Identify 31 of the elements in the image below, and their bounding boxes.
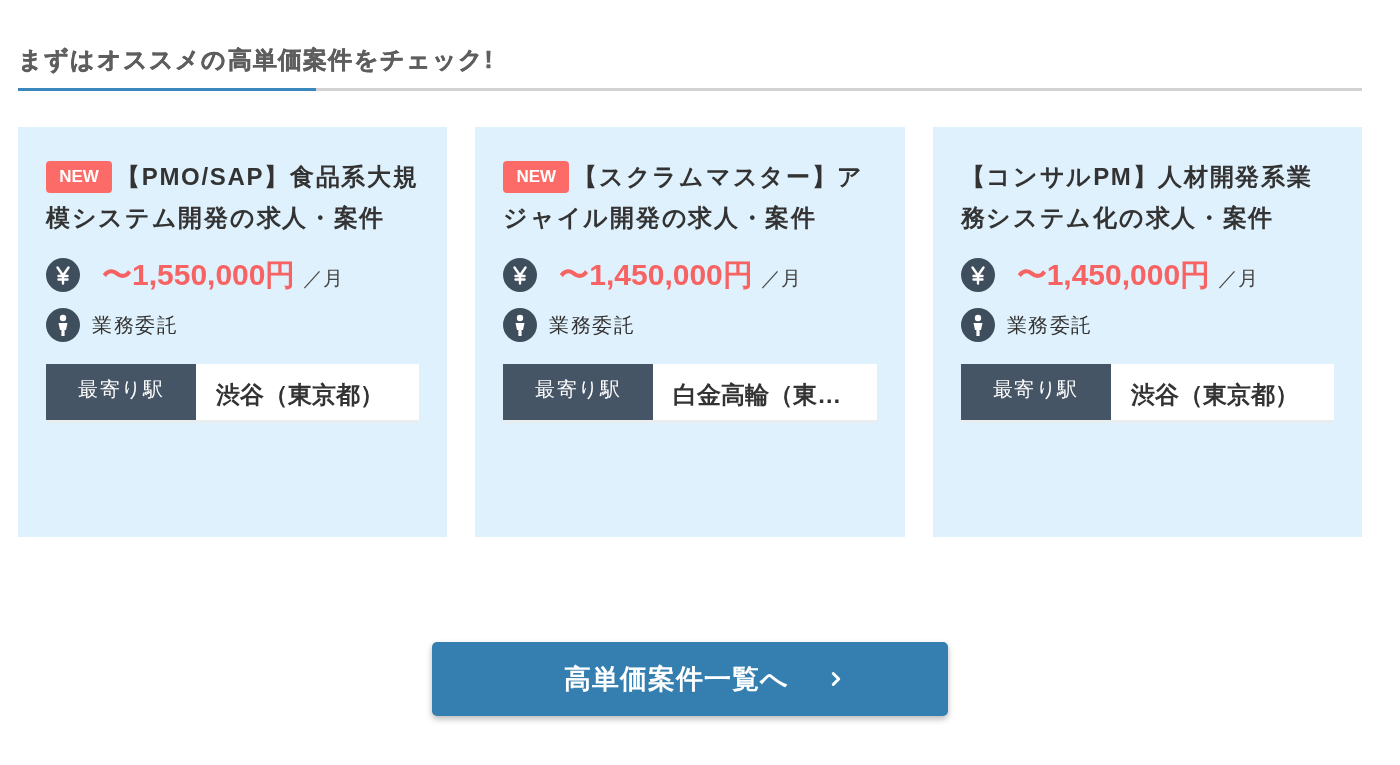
- station-name: 渋谷（東京都）: [1130, 380, 1299, 410]
- job-card[interactable]: NEW 【PMO/SAP】食品系大規模システム開発の求人・案件 〜1,550,000円 ／月 業務委託 最寄り駅 渋谷（東京都）: [18, 127, 448, 537]
- salary-unit: ／月: [303, 265, 344, 291]
- person-icon: [960, 308, 995, 342]
- section-heading: まずはオススメの高単価案件をチェック!: [18, 45, 494, 76]
- station-label: 最寄り駅: [503, 364, 654, 420]
- job-card[interactable]: 【コンサルPM】人材開発系業務システム化の求人・案件 〜1,450,000円 ／月 業務委託 最寄り駅 渋谷（東京都）: [932, 127, 1362, 537]
- yen-icon: [960, 258, 995, 292]
- salary-amount: 〜1,450,000円: [1016, 257, 1211, 293]
- new-badge: NEW: [503, 160, 570, 193]
- salary-unit: ／月: [1218, 265, 1259, 291]
- contract-type: 業務委託: [92, 312, 178, 338]
- job-title: NEW 【スクラムマスター】アジャイル開発の求人・案件: [503, 156, 877, 238]
- station-label: 最寄り駅: [46, 364, 196, 420]
- job-title: NEW 【PMO/SAP】食品系大規模システム開発の求人・案件: [46, 156, 420, 238]
- salary-unit: ／月: [760, 265, 801, 291]
- station-label: 最寄り駅: [960, 364, 1111, 420]
- contract-type: 業務委託: [549, 312, 636, 338]
- person-icon: [46, 308, 80, 342]
- contract-type: 業務委託: [1006, 312, 1093, 338]
- station-name: 白金高輪（東…: [673, 380, 842, 410]
- job-card[interactable]: NEW 【スクラムマスター】アジャイル開発の求人・案件 〜1,450,000円 ／月 業務委託 最寄り駅 白金高輪（東…: [475, 127, 905, 537]
- salary-amount: 〜1,450,000円: [559, 257, 753, 293]
- yen-icon: [503, 258, 538, 292]
- job-title: 【コンサルPM】人材開発系業務システム化の求人・案件: [960, 162, 1314, 233]
- person-icon: [503, 308, 538, 342]
- yen-icon: [46, 258, 80, 292]
- job-list-button[interactable]: 高単価案件一覧へ: [432, 642, 948, 716]
- salary-amount: 〜1,550,000円: [102, 257, 296, 293]
- station-name: 渋谷（東京都）: [216, 380, 384, 410]
- new-badge: NEW: [46, 160, 112, 193]
